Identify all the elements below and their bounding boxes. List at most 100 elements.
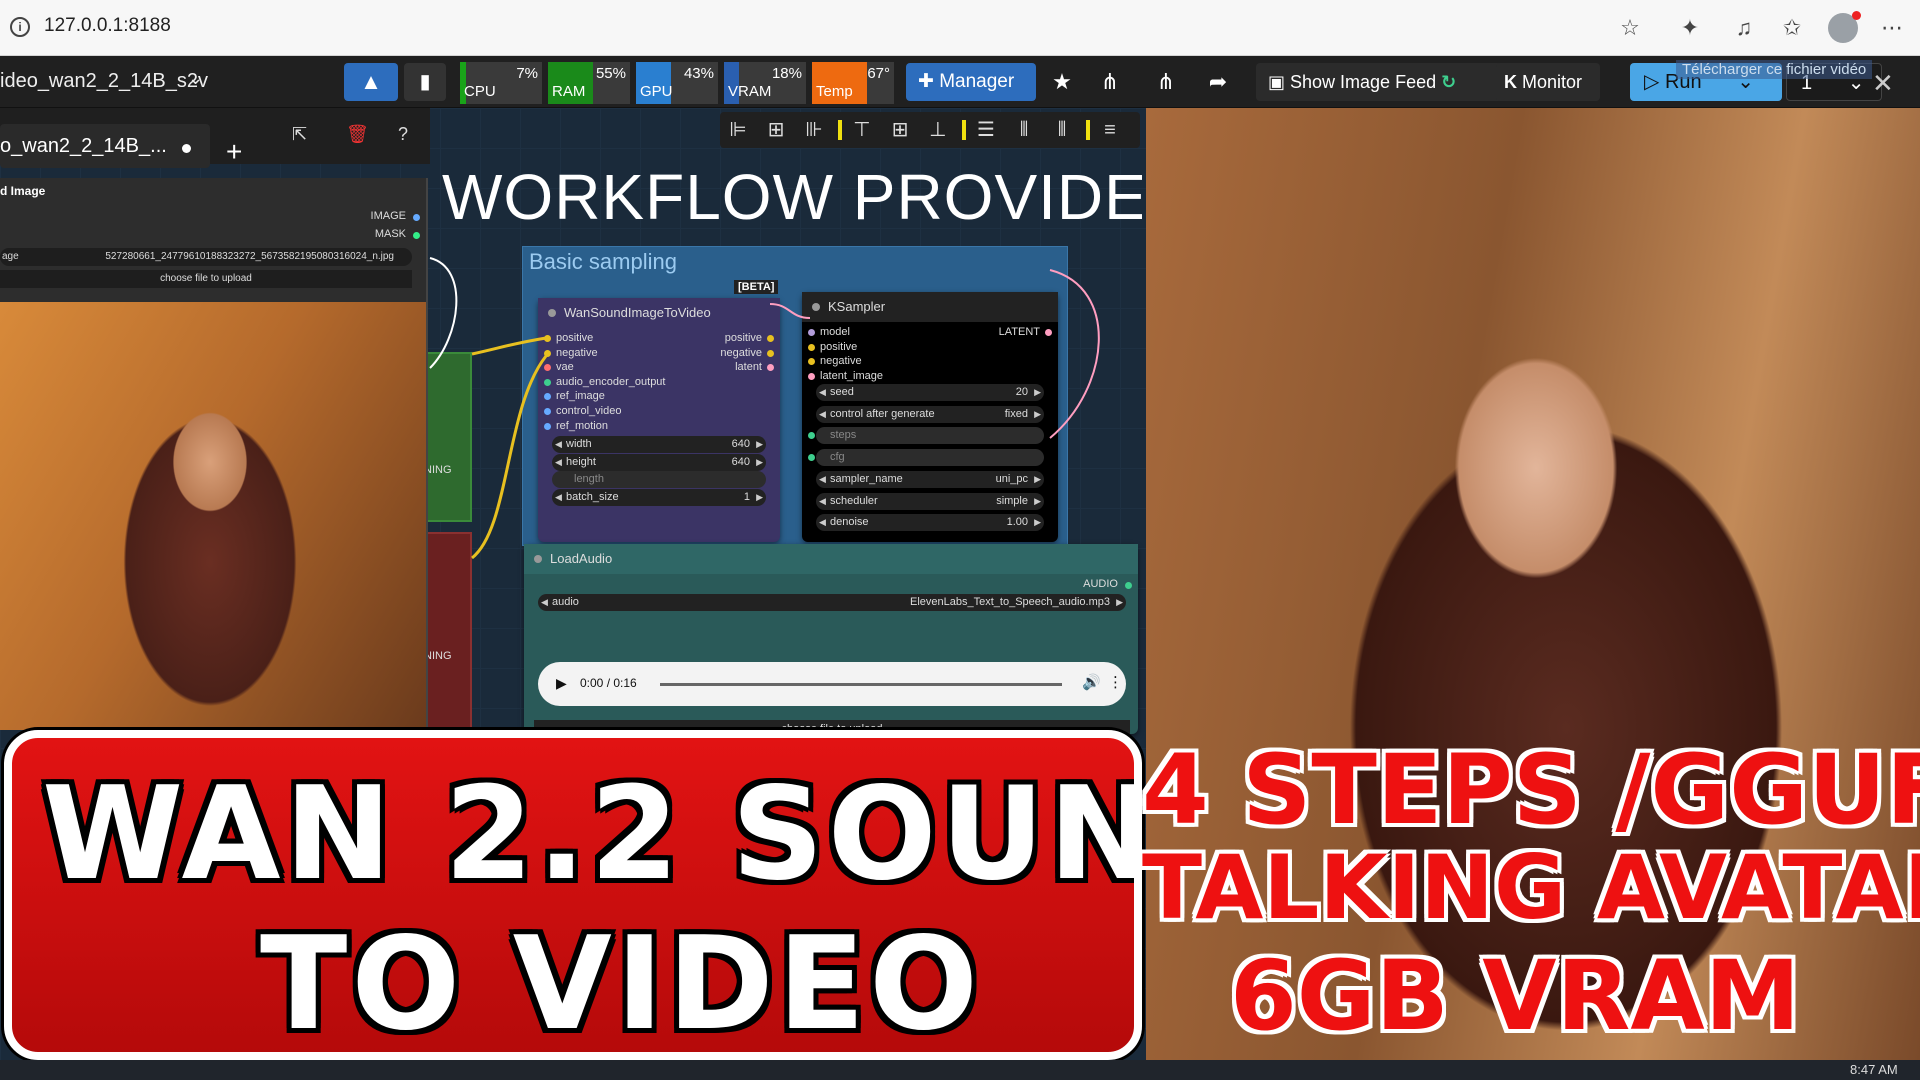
profile-icon[interactable] [1828, 11, 1861, 43]
close-icon[interactable]: ✕ [1872, 68, 1894, 99]
ksampler-node[interactable]: KSampler model positive negative latent_ima… [802, 292, 1058, 542]
group-title: Basic sampling [529, 249, 677, 274]
monitor-vram: VRAM 18% [724, 62, 806, 104]
workflow-title[interactable]: ideo_wan2_2_14B_s2v [0, 70, 208, 93]
info-icon[interactable]: i [10, 17, 30, 37]
align-top-icon[interactable]: ⊤ [848, 116, 876, 144]
input-dot[interactable] [808, 372, 815, 380]
output-dot[interactable] [1045, 329, 1052, 336]
widget-batch-size[interactable]: batch_size 1 [552, 488, 766, 506]
input-dot[interactable] [544, 335, 551, 342]
output-image: IMAGE [370, 210, 406, 222]
input-dot[interactable] [544, 408, 551, 415]
bookmark-icon[interactable]: ▮ [404, 63, 446, 101]
output-dot[interactable] [1125, 582, 1132, 589]
share-icon[interactable]: ➦ [1200, 63, 1236, 101]
monitor-label: CPU [464, 83, 496, 100]
widget-control-after-generate[interactable]: control after generate fixed [816, 405, 1044, 423]
distribute-v-icon[interactable]: ⦀ [1010, 116, 1038, 144]
output-dot[interactable] [413, 232, 420, 239]
unsaved-dot [182, 144, 191, 153]
distribute-icon[interactable]: ⦀ [1048, 116, 1076, 144]
widget-cfg[interactable]: cfg [808, 449, 1044, 467]
output-dot[interactable] [767, 335, 774, 342]
more-icon[interactable]: ⋯ [1878, 14, 1906, 42]
chevron-down-icon[interactable]: ⌄ [188, 68, 203, 89]
menu-icon[interactable]: ≡ [1096, 116, 1124, 144]
input-dot[interactable] [544, 364, 551, 372]
input-dot[interactable] [544, 393, 551, 401]
input-control_video: control_video [556, 405, 622, 417]
align-center-icon[interactable]: ⊞ [762, 116, 790, 144]
widget-steps[interactable]: steps [808, 427, 1044, 445]
play-icon: ▷ [1644, 71, 1665, 93]
help-icon[interactable]: ? [398, 124, 408, 145]
load-audio-node[interactable]: LoadAudio AUDIO audio ElevenLabs_Text_to… [524, 544, 1138, 738]
output-dot[interactable] [413, 214, 420, 221]
play-icon[interactable]: ▶ [556, 675, 567, 692]
monitor-gpu: GPU 43% [636, 62, 718, 104]
extension-icon[interactable]: ✦ [1676, 14, 1704, 42]
node-icon[interactable]: ⋔ [1092, 63, 1128, 101]
align-middle-icon[interactable]: ⊞ [886, 116, 914, 144]
favorites-icon[interactable]: ✩ [1778, 14, 1806, 42]
monitor-value: 18% [771, 65, 802, 82]
wan-sound-image-to-video-node[interactable]: WanSoundImageToVideo positive negative vae… [538, 298, 780, 542]
input-dot[interactable] [808, 343, 815, 351]
input-dot[interactable] [808, 454, 815, 462]
workflow-tab[interactable]: o_wan2_2_14B_... [0, 124, 210, 168]
media-icon[interactable]: ♫ [1730, 14, 1758, 42]
input-dot[interactable] [808, 358, 815, 366]
input-portrait-image [0, 302, 426, 730]
monitor-button[interactable]: K Monitor [1496, 63, 1600, 101]
input-dot[interactable] [544, 422, 551, 430]
load-image-node[interactable]: d Image IMAGE MASK age 527280661_2477961… [0, 178, 428, 730]
star-icon[interactable]: ★ [1044, 63, 1080, 101]
audio-select[interactable]: audio ElevenLabs_Text_to_Speech_audio.mp… [538, 594, 1126, 611]
image-select[interactable]: age 527280661_24779610188323272_56735821… [0, 248, 412, 266]
input-dot[interactable] [808, 432, 815, 440]
input-dot[interactable] [808, 329, 815, 336]
show-image-feed-button[interactable]: ▣ Show Image Feed ↻ [1256, 63, 1504, 101]
collapse-icon[interactable]: ⇱ [292, 124, 307, 145]
add-tab-icon[interactable]: + [226, 136, 242, 168]
widget-label: sampler_name [830, 472, 903, 485]
input-dot[interactable] [544, 349, 551, 357]
audio-progress-track[interactable] [660, 683, 1062, 686]
widget-denoise[interactable]: denoise 1.00 [816, 514, 1044, 532]
input-dot[interactable] [544, 378, 551, 386]
output-dot[interactable] [767, 349, 774, 357]
align-right-icon[interactable]: ⊪ [800, 116, 828, 144]
widget-value: 1 [743, 490, 750, 503]
align-bottom-icon[interactable]: ⊥ [924, 116, 952, 144]
input-latent_image: latent_image [820, 369, 883, 382]
audio-player[interactable]: ▶ 0:00 / 0:16 🔊 ⋮ [538, 662, 1126, 706]
volume-icon[interactable]: 🔊 [1082, 673, 1101, 691]
refresh-icon: ↻ [1441, 72, 1457, 92]
delete-icon[interactable]: 🗑 [346, 124, 369, 145]
widget-length[interactable]: length [552, 471, 766, 488]
widget-height[interactable]: height 640 [552, 453, 766, 471]
widget-width[interactable]: width 640 [552, 436, 766, 453]
output-dot[interactable] [767, 364, 774, 372]
more-icon[interactable]: ⋮ [1108, 673, 1123, 691]
input-negative: negative [820, 355, 862, 368]
widget-value: ElevenLabs_Text_to_Speech_audio.mp3 [910, 596, 1110, 608]
widget-label: scheduler [830, 494, 878, 507]
star-icon[interactable]: ☆ [1616, 14, 1644, 42]
node-alt-icon[interactable]: ⋔ [1148, 63, 1184, 101]
distribute-h-icon[interactable]: ☰ [972, 116, 1000, 144]
browser-toolbar: i 127.0.0.1:8188 ☆ ✦ ♫ ✩ ⋯ [0, 0, 1920, 56]
widget-label: batch_size [566, 490, 619, 503]
comfy-logo-icon[interactable]: ▲ [344, 63, 398, 101]
toolbar-divider [1086, 120, 1090, 140]
address-bar[interactable]: 127.0.0.1:8188 [44, 15, 171, 37]
align-left-icon[interactable]: ⊫ [724, 116, 752, 144]
banner-line-1: WAN 2.2 SOUND [42, 760, 1134, 909]
widget-seed[interactable]: seed 20 [816, 384, 1044, 401]
choose-file-button[interactable]: choose file to upload [0, 270, 412, 288]
widget-label: denoise [830, 516, 869, 529]
manager-button[interactable]: ✚ Manager [906, 63, 1036, 101]
widget-sampler-name[interactable]: sampler_name uni_pc [816, 470, 1044, 488]
widget-scheduler[interactable]: scheduler simple [816, 492, 1044, 510]
